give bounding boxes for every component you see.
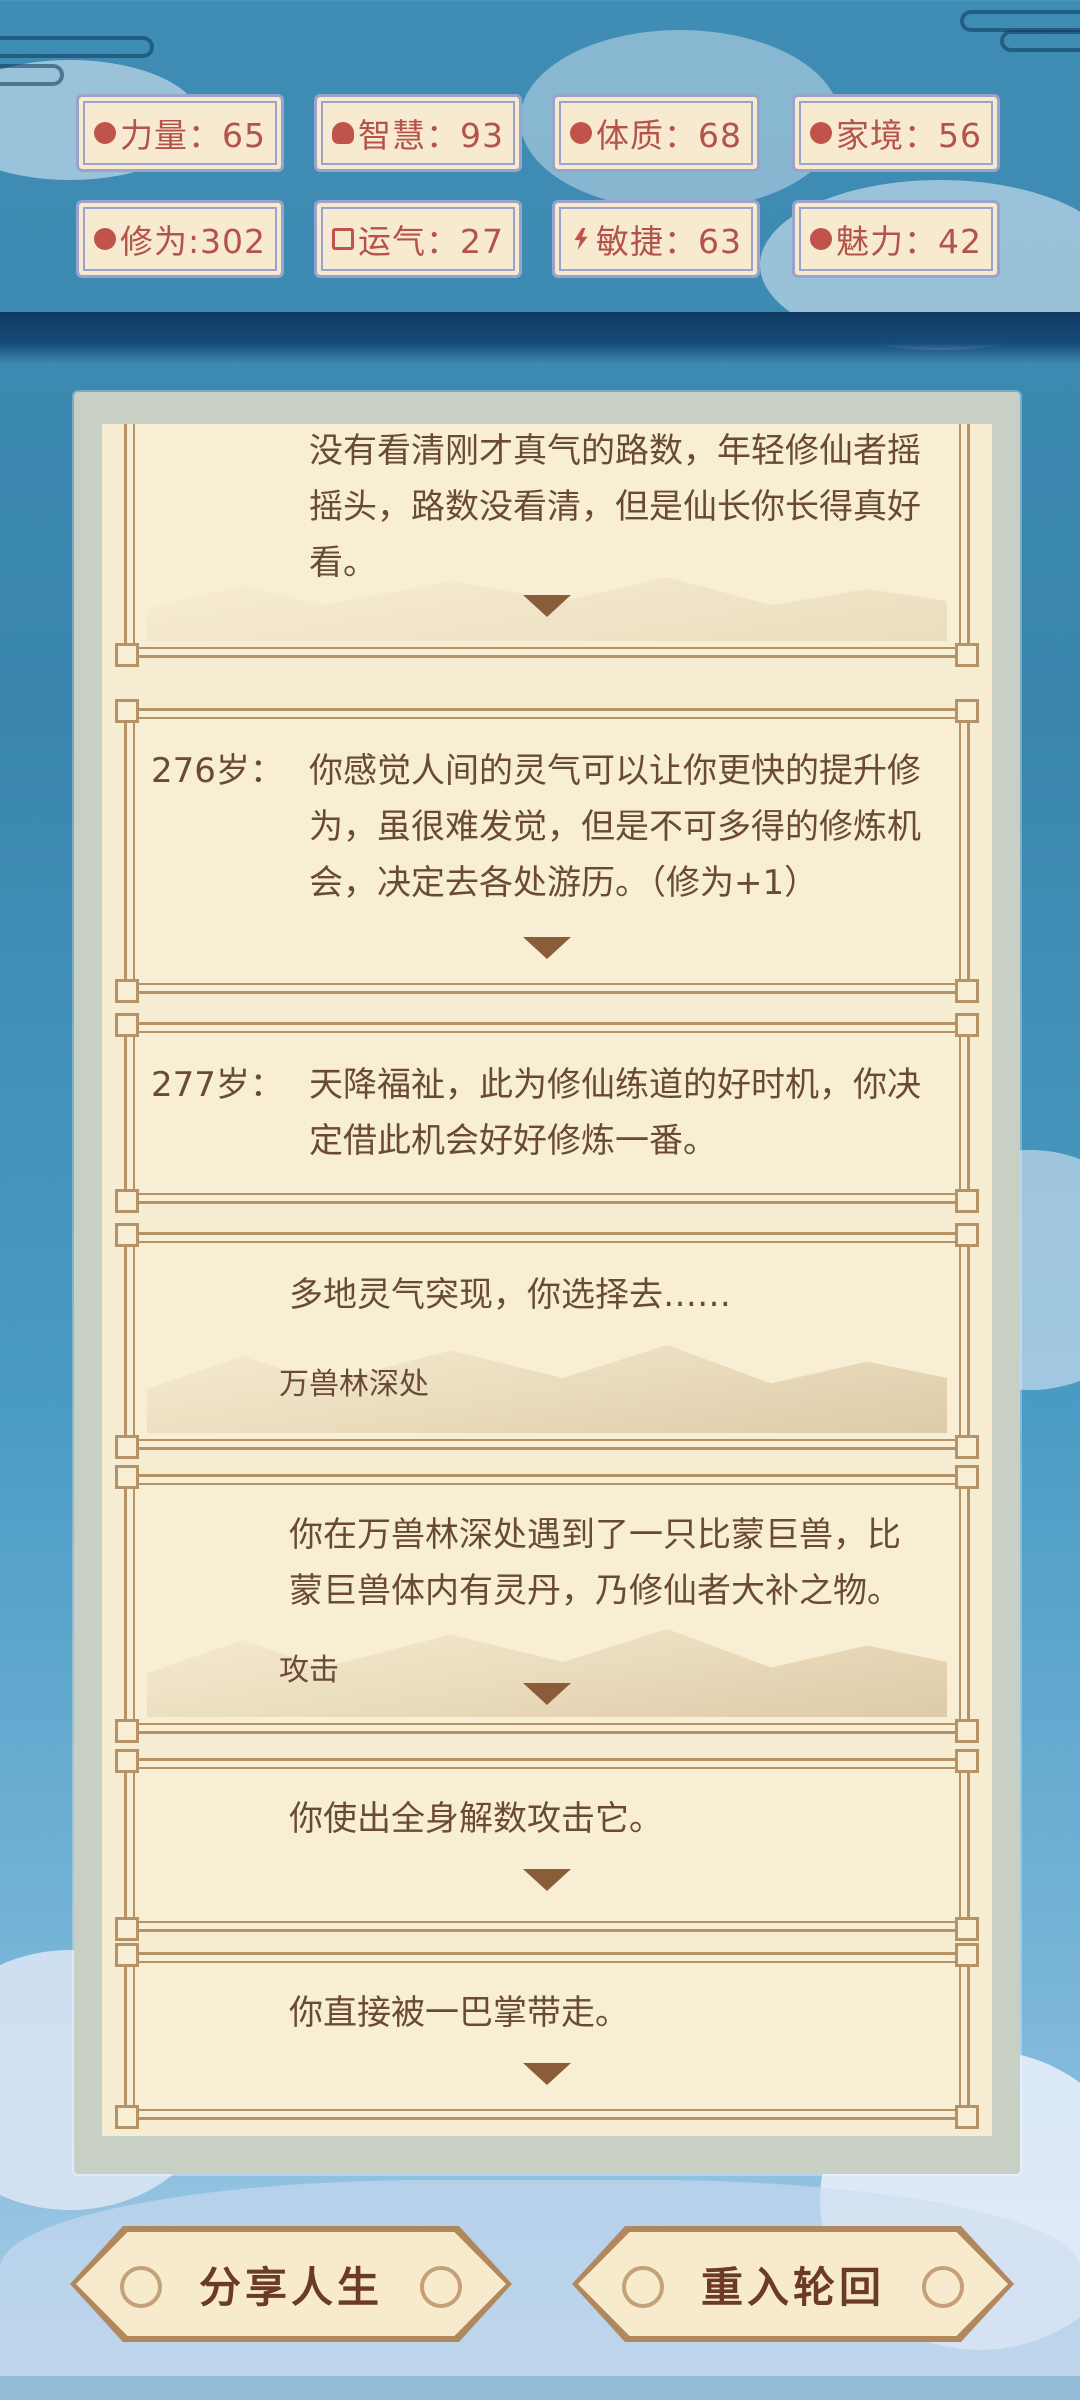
mountain-illustration (147, 1345, 947, 1433)
bulb-icon (332, 122, 354, 144)
stat-charm: 魅力：42 (792, 200, 1000, 278)
event-age: 277岁： (151, 1065, 284, 1105)
event-text: 定借此机会好好修炼一番。 (309, 1121, 717, 1161)
cloud-swirl-icon (622, 2266, 664, 2308)
expand-arrow-icon[interactable] (523, 1869, 571, 1891)
event-text: 多地灵气突现，你选择去…… (289, 1275, 731, 1315)
swirl-decoration (0, 64, 64, 86)
stat-label: 修为:302 (119, 222, 267, 261)
event-text: 你在万兽林深处遇到了一只比蒙巨兽，比 (289, 1515, 901, 1555)
stat-label: 魅力：42 (836, 222, 982, 261)
stat-label: 体质：68 (596, 116, 742, 155)
event-card: 276岁： 你感觉人间的灵气可以让你更快的提升修 为，虽很难发觉，但是不可多得的… (115, 699, 979, 1003)
swirl-decoration (0, 36, 154, 58)
stat-family: 家境：56 (792, 94, 1000, 172)
event-text: 为，虽很难发觉，但是不可多得的修炼机 (309, 807, 921, 847)
reincarnate-label: 重入轮回 (700, 2262, 885, 2312)
cloud-icon (93, 228, 116, 250)
family-icon (810, 122, 832, 144)
heart-icon (810, 228, 832, 250)
event-text: 天降福祉，此为修仙练道的好时机，你决 (309, 1065, 921, 1105)
event-age: 276岁： (151, 751, 284, 791)
expand-arrow-icon[interactable] (523, 2063, 571, 2085)
event-text: 你感觉人间的灵气可以让你更快的提升修 (309, 751, 921, 791)
stat-label: 运气：27 (358, 222, 504, 261)
stat-constitution: 体质：68 (552, 94, 760, 172)
cloud-swirl-icon (922, 2266, 964, 2308)
event-text: 摇头，路数没看清，但是仙长你长得真好 (309, 487, 921, 527)
stat-cultivation: 修为:302 (76, 200, 284, 278)
choice-card: 你在万兽林深处遇到了一只比蒙巨兽，比 蒙巨兽体内有灵丹，乃修仙者大补之物。 攻击 (115, 1465, 979, 1743)
stat-strength: 力量：65 (76, 94, 284, 172)
swirl-decoration (1000, 30, 1080, 52)
stat-label: 智慧：93 (358, 116, 504, 155)
event-card: 没有看清刚才真气的路数，年轻修仙者摇 摇头，路数没看清，但是仙长你长得真好 看。 (115, 424, 979, 667)
expand-arrow-icon[interactable] (523, 595, 571, 617)
stat-label: 力量：65 (120, 116, 266, 155)
ink-stroke-decoration (0, 312, 1080, 364)
muscle-icon (94, 122, 116, 144)
choice-option[interactable]: 攻击 (279, 1645, 339, 1689)
constitution-icon (570, 122, 592, 144)
event-card: 你直接被一巴掌带走。 (115, 1943, 979, 2129)
stat-agility: 敏捷：63 (552, 200, 760, 278)
stat-wisdom: 智慧：93 (314, 94, 522, 172)
share-life-label: 分享人生 (198, 2262, 383, 2312)
event-text: 看。 (309, 543, 377, 583)
life-log-scroll[interactable]: 没有看清刚才真气的路数，年轻修仙者摇 摇头，路数没看清，但是仙长你长得真好 看。… (102, 424, 992, 2136)
event-text: 蒙巨兽体内有灵丹，乃修仙者大补之物。 (289, 1571, 901, 1611)
event-card: 你使出全身解数攻击它。 (115, 1749, 979, 1941)
expand-arrow-icon[interactable] (523, 937, 571, 959)
event-text: 没有看清刚才真气的路数，年轻修仙者摇 (309, 431, 921, 471)
cloud-swirl-icon (420, 2266, 462, 2308)
cloud-swirl-icon (120, 2266, 162, 2308)
event-text: 你使出全身解数攻击它。 (289, 1799, 663, 1839)
stat-label: 敏捷：63 (596, 222, 742, 261)
stat-label: 家境：56 (836, 116, 982, 155)
expand-arrow-icon[interactable] (523, 1683, 571, 1705)
swirl-decoration (960, 10, 1080, 32)
stat-luck: 运气：27 (314, 200, 522, 278)
luck-icon (332, 228, 354, 250)
lightning-icon (574, 228, 588, 250)
choice-option[interactable]: 万兽林深处 (279, 1359, 429, 1403)
event-card: 277岁： 天降福祉，此为修仙练道的好时机，你决 定借此机会好好修炼一番。 (115, 1013, 979, 1213)
event-text: 会，决定去各处游历。（修为+1） (309, 863, 819, 903)
event-text: 你直接被一巴掌带走。 (289, 1993, 629, 2033)
choice-card: 多地灵气突现，你选择去…… 万兽林深处 (115, 1223, 979, 1459)
